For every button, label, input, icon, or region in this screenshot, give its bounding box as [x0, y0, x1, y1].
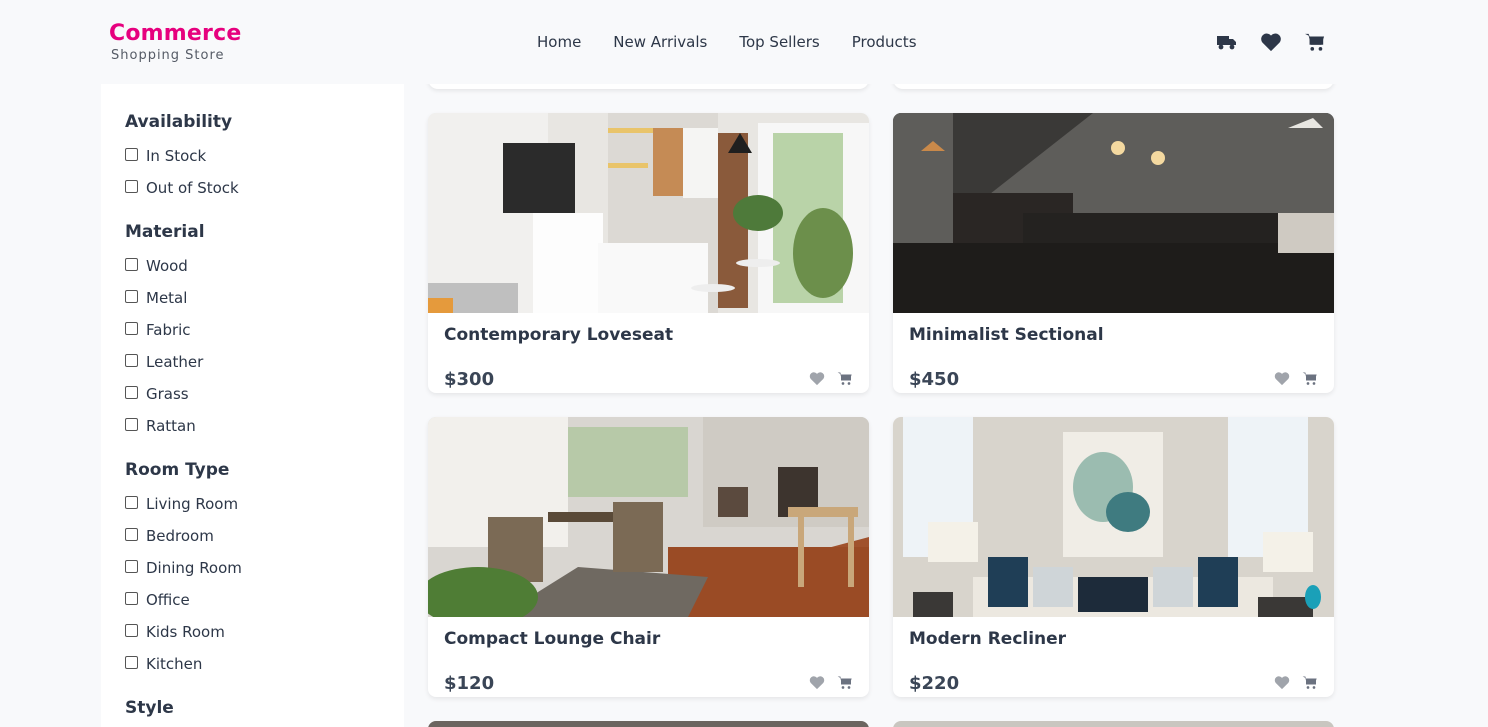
- product-card[interactable]: Minimalist Sectional $450: [893, 113, 1334, 393]
- product-image[interactable]: [893, 417, 1334, 617]
- header-icons: [1216, 31, 1326, 53]
- product-image[interactable]: [893, 113, 1334, 313]
- filter-option-metal[interactable]: Metal: [125, 282, 404, 314]
- filter-sidebar: Availability In Stock Out of Stock Mater…: [101, 84, 404, 727]
- checkbox[interactable]: [125, 559, 138, 573]
- filter-option-in-stock[interactable]: In Stock: [125, 140, 404, 172]
- cart-icon[interactable]: [837, 371, 853, 390]
- filter-option-out-of-stock[interactable]: Out of Stock: [125, 172, 404, 204]
- filter-option-rattan[interactable]: Rattan: [125, 410, 404, 442]
- filter-title: Availability: [125, 112, 233, 132]
- product-name[interactable]: Modern Recliner: [909, 629, 1066, 649]
- brand-name: Commerce: [109, 21, 242, 46]
- checkbox[interactable]: [125, 179, 138, 193]
- filter-option-fabric[interactable]: Fabric: [125, 314, 404, 346]
- product-name[interactable]: Contemporary Loveseat: [444, 325, 673, 345]
- product-price: $300: [444, 369, 495, 390]
- filter-availability: Availability In Stock Out of Stock: [125, 110, 404, 204]
- filter-option-office[interactable]: Office: [125, 584, 404, 616]
- product-card[interactable]: Modern Recliner $220: [893, 417, 1334, 697]
- cart-icon[interactable]: [837, 675, 853, 694]
- product-image[interactable]: [428, 417, 869, 617]
- card-actions: [809, 675, 853, 694]
- filter-option-kitchen[interactable]: Kitchen: [125, 648, 404, 680]
- checkbox[interactable]: [125, 257, 138, 271]
- filter-title: Material: [125, 222, 205, 242]
- filter-option-kids-room[interactable]: Kids Room: [125, 616, 404, 648]
- logo[interactable]: Commerce Shopping Store: [109, 20, 241, 64]
- filter-option-living-room[interactable]: Living Room: [125, 488, 404, 520]
- cart-icon[interactable]: [1304, 31, 1326, 53]
- filter-option-bedroom[interactable]: Bedroom: [125, 520, 404, 552]
- filter-option-grass[interactable]: Grass: [125, 378, 404, 410]
- filter-title: Room Type: [125, 460, 230, 480]
- checkbox[interactable]: [125, 495, 138, 509]
- filter-material: Material Wood Metal Fabric Leather Grass…: [125, 220, 404, 442]
- filter-title: Style: [125, 698, 174, 718]
- main-nav: Home New Arrivals Top Sellers Products: [537, 33, 917, 51]
- heart-icon[interactable]: [1274, 371, 1290, 390]
- card-actions: [809, 371, 853, 390]
- filter-room-type: Room Type Living Room Bedroom Dining Roo…: [125, 458, 404, 680]
- checkbox[interactable]: [125, 417, 138, 431]
- product-card-partial[interactable]: [428, 721, 869, 727]
- product-image[interactable]: [428, 113, 869, 313]
- nav-top-sellers[interactable]: Top Sellers: [739, 33, 819, 51]
- checkbox[interactable]: [125, 527, 138, 541]
- checkbox[interactable]: [125, 623, 138, 637]
- site-header: Commerce Shopping Store Home New Arrival…: [0, 0, 1488, 84]
- brand-tagline: Shopping Store: [111, 48, 225, 63]
- filter-option-dining-room[interactable]: Dining Room: [125, 552, 404, 584]
- nav-new-arrivals[interactable]: New Arrivals: [613, 33, 707, 51]
- product-price: $120: [444, 673, 495, 694]
- checkbox[interactable]: [125, 655, 138, 669]
- heart-icon[interactable]: [1274, 675, 1290, 694]
- product-name[interactable]: Compact Lounge Chair: [444, 629, 660, 649]
- cart-icon[interactable]: [1302, 371, 1318, 390]
- checkbox[interactable]: [125, 353, 138, 367]
- filter-option-wood[interactable]: Wood: [125, 250, 404, 282]
- truck-icon[interactable]: [1216, 31, 1238, 53]
- card-actions: [1274, 371, 1318, 390]
- heart-icon[interactable]: [809, 675, 825, 694]
- checkbox[interactable]: [125, 321, 138, 335]
- nav-home[interactable]: Home: [537, 33, 581, 51]
- product-name[interactable]: Minimalist Sectional: [909, 325, 1104, 345]
- product-card-partial[interactable]: [893, 721, 1334, 727]
- checkbox[interactable]: [125, 385, 138, 399]
- nav-products[interactable]: Products: [852, 33, 917, 51]
- filter-option-leather[interactable]: Leather: [125, 346, 404, 378]
- card-actions: [1274, 675, 1318, 694]
- checkbox[interactable]: [125, 591, 138, 605]
- filter-style: Style: [125, 696, 404, 720]
- product-card[interactable]: Contemporary Loveseat $300: [428, 113, 869, 393]
- product-price: $450: [909, 369, 960, 390]
- heart-icon[interactable]: [1260, 31, 1282, 53]
- checkbox[interactable]: [125, 147, 138, 161]
- product-card[interactable]: Compact Lounge Chair $120: [428, 417, 869, 697]
- cart-icon[interactable]: [1302, 675, 1318, 694]
- checkbox[interactable]: [125, 289, 138, 303]
- heart-icon[interactable]: [809, 371, 825, 390]
- product-price: $220: [909, 673, 960, 694]
